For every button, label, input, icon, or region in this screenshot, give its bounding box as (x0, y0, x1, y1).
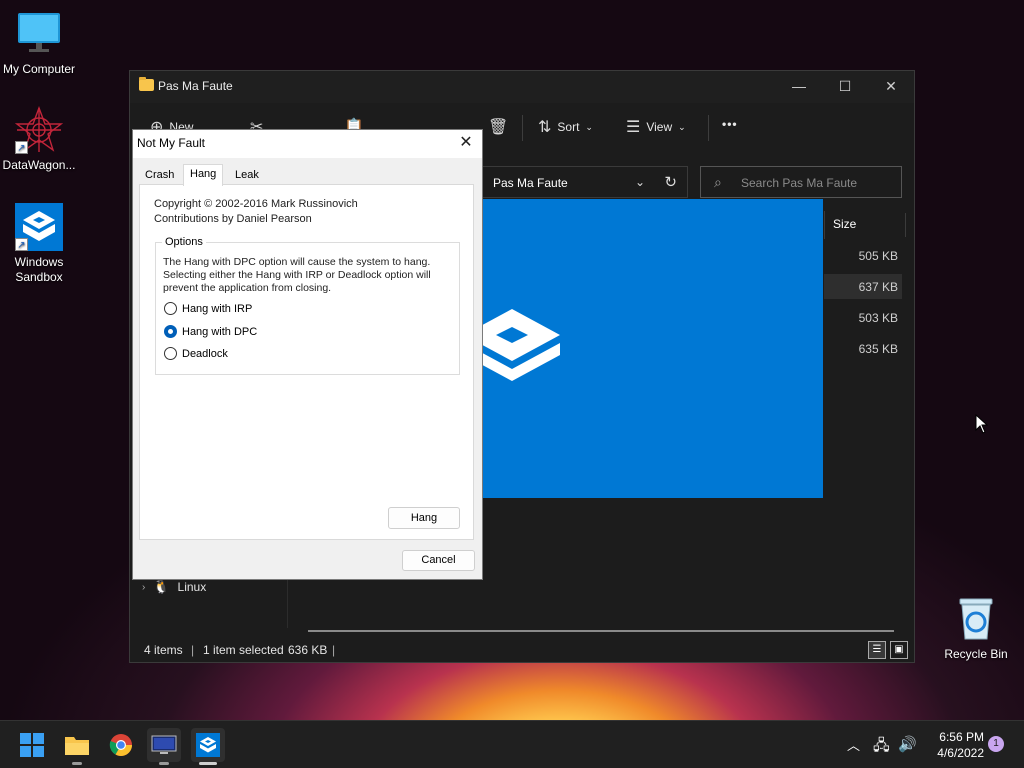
shortcut-arrow-icon: ↗ (15, 238, 28, 251)
view-icon: ☰ (626, 119, 641, 136)
desktop-icon-my-computer[interactable]: My Computer (0, 10, 78, 77)
monitor-icon (15, 10, 63, 58)
file-size-cell[interactable]: 637 KB (824, 274, 902, 299)
desktop-icon-datawagon[interactable]: ↗ DataWagon... (0, 106, 78, 173)
sandbox-icon (196, 733, 220, 757)
datawagon-icon: ↗ (14, 106, 64, 154)
clock[interactable]: 6:56 PM 4/6/2022 (928, 729, 984, 761)
windows-start-icon (20, 733, 44, 757)
explorer-title: Pas Ma Faute (158, 79, 233, 93)
chevron-right-icon[interactable]: › (142, 582, 145, 593)
taskbar-file-explorer[interactable] (60, 728, 94, 765)
mouse-cursor-icon (975, 414, 989, 434)
taskbar-chrome[interactable] (104, 728, 138, 762)
tab-leak[interactable]: Leak (229, 166, 265, 185)
monitor-icon (151, 735, 177, 754)
search-box[interactable]: ⌕ Search Pas Ma Faute (700, 166, 902, 198)
dialog-title: Not My Fault (137, 136, 206, 150)
options-description: The Hang with DPC option will cause the … (163, 256, 431, 294)
taskbar-remote-desktop[interactable] (147, 728, 181, 765)
explorer-titlebar[interactable]: Pas Ma Faute — ☐ ✕ (130, 71, 914, 103)
cancel-button[interactable]: Cancel (402, 550, 475, 571)
chevron-down-icon: ⌄ (585, 121, 593, 132)
linux-penguin-icon: 🐧 (153, 579, 170, 594)
chevron-down-icon: ⌄ (678, 121, 686, 132)
close-icon[interactable]: ✕ (454, 132, 478, 154)
search-placeholder: Search Pas Ma Faute (741, 176, 858, 190)
desktop-icon-windows-sandbox[interactable]: ↗ Windows Sandbox (0, 203, 78, 285)
sandbox-logo-icon (472, 309, 560, 381)
desktop-icon-label: DataWagon... (2, 158, 76, 172)
shortcut-arrow-icon: ↗ (15, 141, 28, 154)
preview-image (472, 199, 823, 498)
delete-button[interactable]: 🗑 (488, 117, 508, 137)
search-icon: ⌕ (714, 174, 722, 190)
recycle-bin-icon (956, 597, 996, 641)
folder-icon (139, 77, 154, 91)
view-button[interactable]: ☰ View ⌄ (626, 117, 686, 137)
taskbar: ︿ 🖧 🔊 6:56 PM 4/6/2022 1 (0, 720, 1024, 768)
desktop-icon-recycle-bin[interactable]: Recycle Bin (940, 597, 1012, 661)
clock-time: 6:56 PM (939, 730, 984, 744)
status-bar: 4 items | 1 item selected 636 KB | ☰ ▣ (130, 636, 914, 662)
show-hidden-icons-chevron-up-icon[interactable]: ︿ (847, 735, 860, 754)
radio-deadlock[interactable]: Deadlock (164, 347, 228, 360)
radio-hang-with-irp[interactable]: Hang with IRP (164, 302, 252, 315)
minimize-button[interactable]: — (776, 71, 822, 101)
selection-size: 636 KB (288, 643, 328, 657)
dialog-titlebar[interactable]: Not My Fault ✕ (133, 130, 482, 158)
volume-icon[interactable]: 🔊 (898, 735, 917, 753)
tiles-view-icon[interactable]: ▣ (890, 641, 908, 659)
trash-icon: 🗑 (488, 119, 509, 136)
sort-icon: ⇅ (538, 119, 552, 136)
network-icon[interactable]: 🖧 (873, 735, 890, 760)
file-size-cell[interactable]: 503 KB (824, 305, 902, 330)
contributions-text: Contributions by Daniel Pearson (154, 213, 312, 225)
close-button[interactable]: ✕ (868, 71, 914, 101)
tab-crash[interactable]: Crash (139, 166, 180, 185)
details-view-icon[interactable]: ☰ (868, 641, 886, 659)
radio-unchecked-icon[interactable] (164, 302, 177, 315)
desktop-icon-label: Windows Sandbox (14, 255, 64, 284)
copyright-text: Copyright © 2002-2016 Mark Russinovich (154, 198, 358, 210)
radio-checked-icon[interactable] (164, 325, 177, 338)
recycle-bin-label: Recycle Bin (944, 647, 1008, 661)
selection-count: 1 item selected (203, 643, 284, 657)
horizontal-scrollbar[interactable] (308, 630, 894, 632)
radio-hang-with-dpc[interactable]: Hang with DPC (164, 325, 257, 338)
address-bar[interactable]: Pas Ma Faute ⌄ ↻ (482, 166, 688, 198)
file-size-cell[interactable]: 635 KB (824, 336, 902, 361)
hang-tab-panel: Copyright © 2002-2016 Mark Russinovich C… (139, 184, 474, 540)
refresh-icon[interactable]: ↻ (664, 173, 677, 191)
chevron-down-icon[interactable]: ⌄ (635, 175, 645, 189)
tab-hang[interactable]: Hang (183, 164, 224, 186)
sandbox-icon: ↗ (15, 203, 63, 251)
radio-unchecked-icon[interactable] (164, 347, 177, 360)
more-options-button[interactable]: ••• (722, 117, 738, 131)
chrome-icon (109, 734, 132, 756)
nav-item-linux[interactable]: › 🐧 Linux (142, 579, 206, 595)
taskbar-windows-sandbox[interactable] (191, 728, 225, 765)
options-legend: Options (162, 236, 206, 248)
item-count: 4 items (144, 643, 183, 657)
options-groupbox: Options The Hang with DPC option will ca… (155, 236, 460, 375)
clock-date: 4/6/2022 (937, 746, 984, 760)
maximize-button[interactable]: ☐ (822, 71, 868, 101)
column-header-size[interactable]: Size (824, 211, 906, 239)
not-my-fault-dialog[interactable]: Not My Fault ✕ Crash Hang Leak Copyright… (132, 129, 483, 580)
folder-icon (65, 737, 89, 755)
hang-button[interactable]: Hang (388, 507, 460, 529)
start-button[interactable] (15, 728, 49, 762)
notification-badge[interactable]: 1 (988, 736, 1004, 752)
sort-button[interactable]: ⇅ Sort ⌄ (538, 117, 593, 137)
file-size-cell[interactable]: 505 KB (824, 243, 902, 268)
desktop-icon-label: My Computer (2, 62, 76, 76)
address-text: Pas Ma Faute (493, 176, 568, 190)
